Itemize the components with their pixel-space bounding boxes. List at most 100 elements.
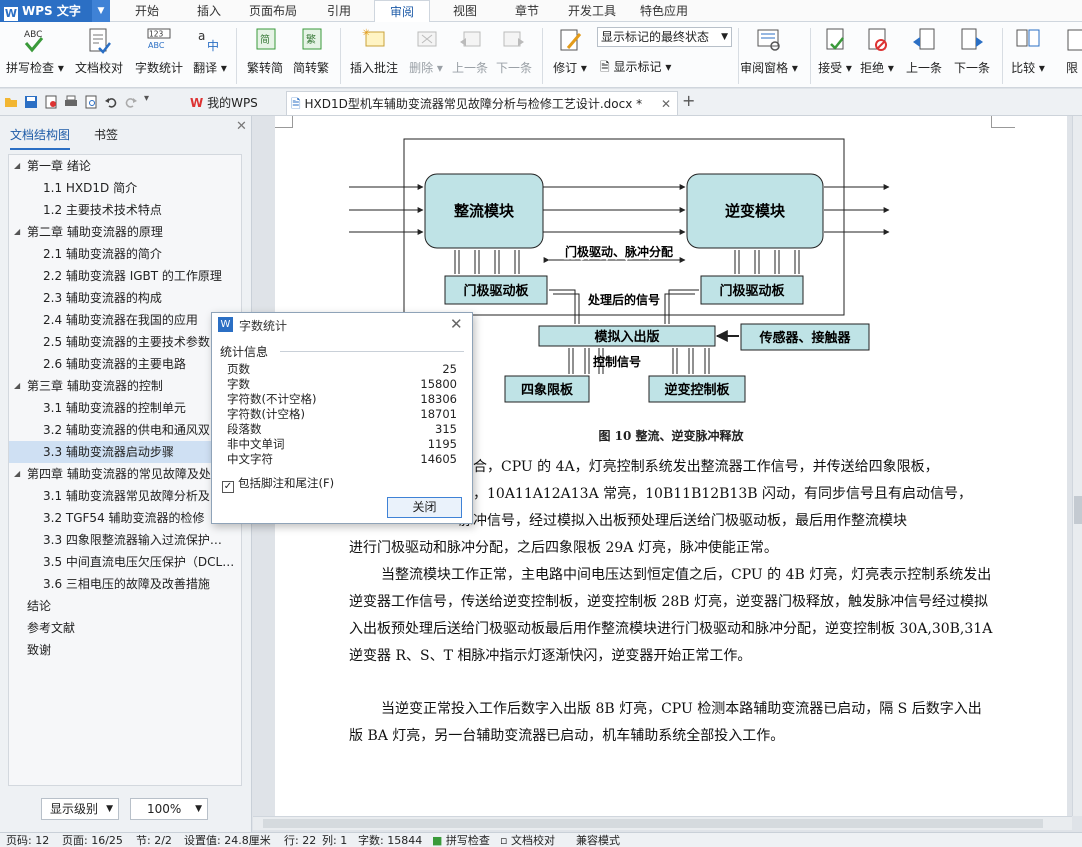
insert-comment-button[interactable]: ✳ 插入批注 (346, 26, 402, 76)
tab-outline[interactable]: 文档结构图 (10, 126, 71, 150)
include-footnotes-label: 包括脚注和尾注(F) (238, 476, 335, 490)
scroll-thumb[interactable] (263, 819, 1043, 828)
close-icon[interactable]: ✕ (236, 119, 247, 134)
collapse-triangle-icon[interactable]: ◢ (14, 375, 20, 397)
stats-value: 18306 (420, 392, 457, 406)
outline-item[interactable]: 3.5 中间直流电压欠压保护（DCL… (9, 551, 241, 573)
tab-review[interactable]: 审阅 (374, 0, 430, 22)
outline-item[interactable]: 结论 (9, 595, 241, 617)
tab-view[interactable]: 视图 (438, 0, 492, 22)
outline-item[interactable]: 参考文献 (9, 617, 241, 639)
outline-item-label: 第四章 辅助变流器的常见故障及处 (27, 467, 211, 481)
scroll-thumb[interactable] (1074, 496, 1082, 524)
doc-proofread-button[interactable]: 文档校对 (72, 26, 126, 76)
app-menu-button[interactable]: W WPS 文字 ▼ (0, 0, 110, 22)
tab-insert[interactable]: 插入 (182, 0, 236, 22)
outline-item[interactable]: 1.2 主要技术技术特点 (9, 199, 241, 221)
simp-to-trad-button[interactable]: 繁 简转繁 (290, 26, 332, 76)
tab-bookmark[interactable]: 书签 (94, 126, 118, 143)
tab-my-wps[interactable]: W 我的WPS (186, 91, 282, 115)
outline-item[interactable]: 3.2 辅助变流器的供电和通风双 (9, 419, 241, 441)
spell-check-button[interactable]: ABC 拼写检查 ▾ (6, 26, 64, 76)
outline-item[interactable]: ◢ 第二章 辅助变流器的原理 (9, 221, 241, 243)
chevron-down-icon[interactable]: ▼ (92, 0, 110, 22)
print-preview-icon[interactable] (84, 95, 98, 109)
collapse-triangle-icon[interactable]: ◢ (14, 221, 20, 243)
include-footnotes-checkbox[interactable]: ✓ 包括脚注和尾注(F) (222, 475, 334, 493)
tab-features[interactable]: 特色应用 (632, 0, 696, 22)
gate-board-left-label: 门极驱动板 (463, 283, 529, 299)
outline-item[interactable]: 2.2 辅助变流器 IGBT 的工作原理 (9, 265, 241, 287)
undo-icon[interactable] (104, 95, 118, 109)
outline-item[interactable]: 3.3 辅助变流器启动步骤 (9, 441, 241, 463)
prev-comment-button[interactable]: 上一条 (450, 26, 490, 76)
svg-text:中: 中 (207, 38, 219, 53)
dialog-titlebar[interactable]: W 字数统计 ✕ (212, 313, 472, 337)
status-section: 节: 2/2 (136, 834, 172, 847)
outline-item[interactable]: 3.3 四象限整流器输入过流保护… (9, 529, 241, 551)
new-tab-plus-icon[interactable]: + (682, 91, 695, 110)
close-button[interactable]: 关闭 (387, 497, 462, 518)
collapse-triangle-icon[interactable]: ◢ (14, 463, 20, 485)
vertical-scrollbar[interactable] (1072, 116, 1082, 816)
outline-item[interactable]: 1.1 HXD1D 简介 (9, 177, 241, 199)
prev-change-button[interactable]: 上一条 (902, 26, 946, 76)
control-signal-label: 控制信号 (593, 354, 641, 369)
outline-item[interactable]: 3.1 辅助变流器的控制单元 (9, 397, 241, 419)
stats-key: 页数 (227, 362, 250, 376)
spell-check-icon: ABC (24, 30, 44, 53)
outline-item[interactable]: 3.6 三相电压的故障及改善措施 (9, 573, 241, 595)
status-proofread[interactable]: ▫ 文档校对 (500, 833, 555, 847)
insert-comment-icon: ✳ (362, 28, 385, 47)
outline-item[interactable]: ◢ 第一章 绪论 (9, 155, 241, 177)
track-changes-button[interactable]: 修订 ▾ (550, 26, 590, 76)
tab-home[interactable]: 开始 (120, 0, 174, 22)
nav-zoom-select[interactable]: 100% ▼ (130, 798, 208, 820)
next-change-button[interactable]: 下一条 (950, 26, 994, 76)
close-icon[interactable]: ✕ (661, 92, 671, 116)
tab-document[interactable]: 🗎 HXD1D型机车辅助变流器常见故障分析与检修工艺设计.docx * ✕ (286, 91, 678, 115)
restrict-button[interactable]: 限 (1062, 26, 1082, 76)
translate-button[interactable]: a中 翻译 ▾ (190, 26, 230, 76)
outline-item[interactable]: 2.4 辅助变流器在我国的应用 (9, 309, 241, 331)
next-comment-button[interactable]: 下一条 (494, 26, 534, 76)
outline-item[interactable]: 2.6 辅助变流器的主要电路 (9, 353, 241, 375)
tab-chapter[interactable]: 章节 (500, 0, 554, 22)
collapse-triangle-icon[interactable]: ◢ (14, 155, 20, 177)
status-spell-check[interactable]: ■ 拼写检查 (432, 833, 490, 847)
status-words[interactable]: 字数: 15844 (358, 833, 422, 847)
outline-item[interactable]: 2.1 辅助变流器的简介 (9, 243, 241, 265)
save-icon[interactable] (24, 95, 38, 109)
open-folder-icon[interactable] (4, 95, 18, 109)
close-icon[interactable]: ✕ (450, 315, 463, 333)
accept-button[interactable]: 接受 ▾ (816, 26, 854, 76)
outline-item[interactable]: 3.1 辅助变流器常见故障分析及 (9, 485, 241, 507)
markup-mode-select[interactable]: 显示标记的最终状态 ▼ (597, 27, 732, 47)
delete-comment-button[interactable]: 删除 ▾ (406, 26, 446, 76)
show-markup-button[interactable]: 🗎 显示标记 ▾ (600, 58, 671, 79)
outline-item[interactable]: 2.3 辅助变流器的构成 (9, 287, 241, 309)
tab-developer[interactable]: 开发工具 (562, 0, 622, 22)
outline-item[interactable]: 2.5 辅助变流器的主要技术参数 (9, 331, 241, 353)
next-label: 下一条 (495, 61, 532, 75)
outline-item[interactable]: ◢ 第四章 辅助变流器的常见故障及处 (9, 463, 241, 485)
redo-icon[interactable] (124, 95, 138, 109)
checkbox-checked-icon[interactable]: ✓ (222, 481, 234, 493)
outline-item[interactable]: 3.2 TGF54 辅助变流器的检修 (9, 507, 241, 529)
outline-item[interactable]: ◢ 第三章 辅助变流器的控制 (9, 375, 241, 397)
show-level-select[interactable]: 显示级别 ▼ (41, 798, 119, 820)
chevron-down-icon[interactable]: ▾ (144, 93, 158, 107)
compare-button[interactable]: 比较 ▾ (1008, 26, 1048, 76)
print-icon[interactable] (64, 95, 78, 109)
tab-references[interactable]: 引用 (312, 0, 366, 22)
rectifier-label: 整流模块 (454, 202, 515, 220)
tab-page-layout[interactable]: 页面布局 (240, 0, 306, 22)
word-count-button[interactable]: 123 ABC 字数统计 (132, 26, 186, 76)
review-pane-button[interactable]: 审阅窗格 ▾ (740, 26, 798, 76)
connector (549, 289, 576, 324)
horizontal-scrollbar[interactable] (253, 816, 1072, 830)
reject-button[interactable]: 拒绝 ▾ (858, 26, 896, 76)
trad-to-simp-button[interactable]: 简 繁转简 (244, 26, 286, 76)
outline-item[interactable]: 致谢 (9, 639, 241, 661)
export-pdf-icon[interactable] (44, 95, 58, 109)
